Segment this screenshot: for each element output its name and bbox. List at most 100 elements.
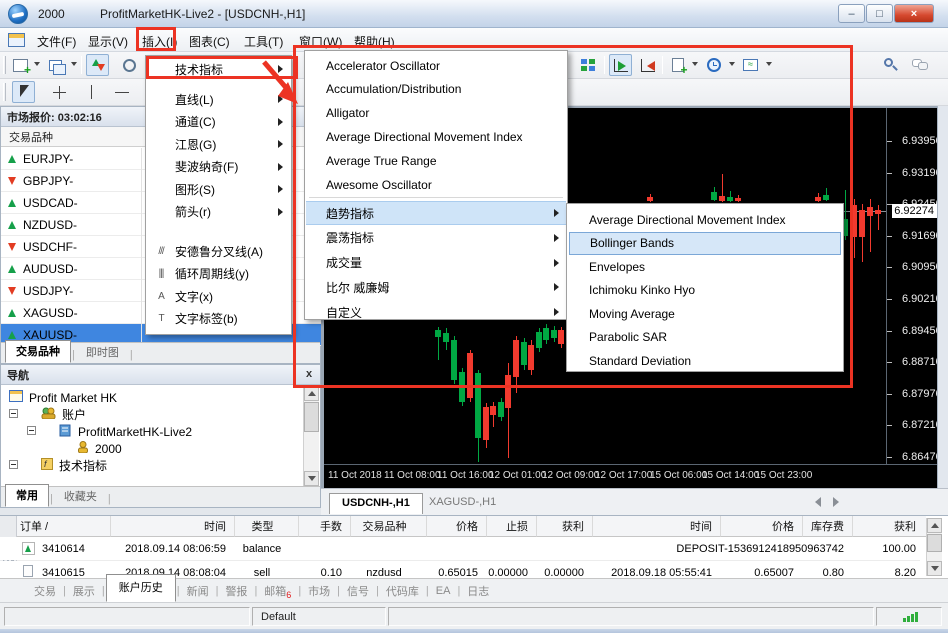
crosshair-button[interactable] [48,81,71,103]
scroll-down-button[interactable] [304,471,319,486]
close-button[interactable]: × [894,4,934,23]
profiles-button[interactable] [44,54,67,76]
table-row[interactable]: 34106142018.09.14 08:06:59balanceDEPOSIT… [0,537,926,560]
chart-tab-scroll-left-icon[interactable] [815,497,821,507]
chat-button[interactable] [908,54,931,76]
indicator-menu-item[interactable]: Average Directional Movement Index [306,125,566,148]
menubar-item-6[interactable]: 帮助(H) [350,31,399,49]
terminal-tab-1[interactable]: 展示 [67,581,101,601]
menubar-item-1[interactable]: 显示(V) [84,31,132,49]
column-header-1[interactable]: 时间 [110,516,230,537]
trend-menu-item-6[interactable]: Standard Deviation [569,349,841,372]
indicator-menu-item[interactable]: Alligator [306,102,566,125]
indicator-menu-item[interactable]: Accelerator Oscillator [306,54,566,77]
insert-menu-item[interactable]: 通道(C) [147,111,290,133]
chart-tab-1[interactable]: XAGUSD-,H1 [417,493,508,514]
toolbar-grip[interactable] [3,56,6,74]
templates-button[interactable]: ≈ [739,54,762,76]
toolbar-grip[interactable] [3,83,6,101]
navigator-item[interactable]: 账户 [41,406,86,423]
trend-menu-item-4[interactable]: Moving Average [569,302,841,325]
search-button[interactable] [878,54,901,76]
indicators-dropdown-caret[interactable] [692,62,698,66]
expand-toggle[interactable] [9,460,18,469]
terminal-tab-9[interactable]: EA [430,583,457,599]
column-header-4[interactable]: 交易品种 [350,516,422,537]
menubar-item-0[interactable]: 文件(F) [33,31,80,49]
column-header-5[interactable]: 价格 [426,516,482,537]
tile-windows-button[interactable] [576,54,599,76]
insert-menu-item[interactable]: 箭头(r) [147,201,290,223]
scroll-down-button[interactable] [927,561,942,576]
market-watch-tab-0[interactable]: 交易品种 [5,340,71,363]
column-header-7[interactable]: 获利 [536,516,588,537]
menubar-item-2[interactable]: 插入(I) [138,31,181,49]
panel-splitter[interactable] [0,508,321,515]
terminal-scrollbar[interactable] [926,518,942,576]
trend-menu-item-1[interactable]: Bollinger Bands [569,232,841,255]
terminal-tab-6[interactable]: 市场 [302,581,336,601]
templates-dropdown-caret[interactable] [766,62,772,66]
market-watch-toggle-button[interactable] [86,54,109,76]
chart-tab-scroll-right-icon[interactable] [833,497,839,507]
vertical-line-button[interactable] [80,81,103,103]
indicator-menu-item[interactable]: Accumulation/Distribution [306,78,566,101]
menubar-item-3[interactable]: 图表(C) [185,31,234,49]
insert-menu-item[interactable]: A文字(x) [147,285,290,307]
indicator-menu-item[interactable]: Awesome Oscillator [306,173,566,196]
scrollbar-thumb[interactable] [927,534,942,552]
expand-toggle[interactable] [27,426,36,435]
terminal-tab-4[interactable]: 警报 [219,581,253,601]
chart-tab-0[interactable]: USDCNH-,H1 [329,493,423,514]
insert-menu-item[interactable]: |||循环周期线(y) [147,263,290,285]
menubar-item-5[interactable]: 窗口(W) [295,31,346,49]
navigator-close-icon[interactable]: x [302,368,316,382]
profiles-dropdown-caret[interactable] [71,62,77,66]
column-header-6[interactable]: 止损 [486,516,532,537]
periods-button[interactable] [702,54,725,76]
navigator-scrollbar[interactable] [303,386,319,486]
trend-menu-item-5[interactable]: Parabolic SAR [569,326,841,349]
terminal-tab-2[interactable]: 账户历史 [106,574,176,602]
scrollbar-thumb[interactable] [304,402,319,432]
navigator-tab-1[interactable]: 收藏夹 [54,486,107,507]
terminal-tab-7[interactable]: 信号 [341,581,375,601]
terminal-tab-8[interactable]: 代码库 [380,581,425,601]
indicator-group-3[interactable]: 比尔 威廉姆 [306,275,566,299]
navigator-item[interactable]: Profit Market HK [9,389,117,406]
trend-menu-item-0[interactable]: Average Directional Movement Index [569,208,841,231]
navigator-item[interactable]: 2000 [77,440,122,457]
column-header-3[interactable]: 手数 [298,516,346,537]
new-chart-button[interactable]: + [9,54,32,76]
cursor-button[interactable] [12,81,35,103]
terminal-tab-0[interactable]: 交易 [28,581,62,601]
new-order-button[interactable] [118,54,141,76]
new-chart-dropdown-caret[interactable] [34,62,40,66]
insert-menu-item[interactable]: 图形(S) [147,178,290,200]
navigator-item[interactable]: ProfitMarketHK-Live2 [59,423,192,440]
expand-toggle[interactable] [9,409,18,418]
menubar-item-4[interactable]: 工具(T) [240,31,287,49]
indicators-list-button[interactable]: + [666,54,689,76]
terminal-tab-5[interactable]: 邮箱6 [258,581,297,601]
trend-menu-item-3[interactable]: Ichimoku Kinko Hyo [569,279,841,302]
indicator-group-0[interactable]: 趋势指标 [306,201,566,225]
navigator-tab-0[interactable]: 常用 [5,484,49,507]
insert-menu-item[interactable]: 江恩(G) [147,133,290,155]
column-header-11[interactable]: 获利 [852,516,920,537]
insert-menu-item[interactable]: 斐波纳奇(F) [147,156,290,178]
scroll-up-button[interactable] [927,518,942,533]
auto-scroll-button[interactable] [609,54,632,76]
insert-menu-item[interactable]: ///安德鲁分叉线(A) [147,240,290,262]
scroll-up-button[interactable] [304,386,319,401]
insert-menu-item[interactable]: 直线(L) [147,88,290,110]
column-header-2[interactable]: 类型 [234,516,294,537]
menu-item-technical-indicators[interactable]: 技术指标 [147,58,290,80]
column-header-10[interactable]: 库存费 [802,516,848,537]
restore-button[interactable]: □ [866,4,893,23]
indicator-group-1[interactable]: 震荡指标 [306,226,566,250]
minimize-button[interactable]: – [838,4,865,23]
column-header-8[interactable]: 时间 [592,516,716,537]
navigator-item[interactable]: f技术指标 [41,457,107,474]
indicator-group-4[interactable]: 自定义 [306,300,566,324]
